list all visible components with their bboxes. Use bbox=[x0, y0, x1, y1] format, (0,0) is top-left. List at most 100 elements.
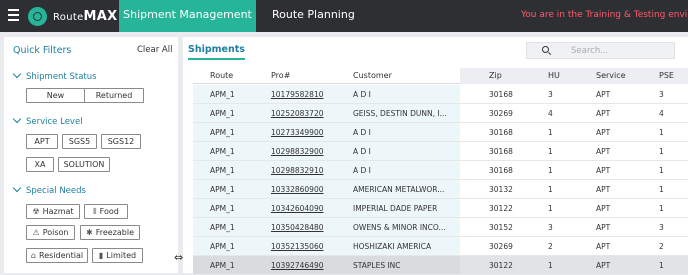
chip-xa[interactable]: XA bbox=[26, 157, 54, 172]
logo-mark-icon bbox=[28, 6, 47, 26]
column-header-service[interactable]: Service bbox=[596, 71, 626, 80]
cell-pse: 1 bbox=[659, 128, 664, 137]
cell-service: APT bbox=[596, 90, 611, 99]
chip-poison[interactable]: ⚠ Poison bbox=[26, 225, 75, 240]
cell-service: APT bbox=[596, 204, 611, 213]
cell-zip: 30269 bbox=[489, 242, 513, 251]
cell-route: APM_1 bbox=[210, 166, 235, 175]
food-icon: ⦀ bbox=[93, 206, 97, 216]
app-logo[interactable]: RouteMAX bbox=[28, 6, 117, 26]
limited-access-icon: ▮ bbox=[98, 251, 104, 260]
cell-service: APT bbox=[596, 185, 611, 194]
table-row[interactable]: APM_1 10352135060 HOSHIZAKI AMERICA 30269 2 A… bbox=[193, 237, 688, 256]
clear-all-button[interactable]: Clear All bbox=[137, 45, 172, 55]
chevron-down-icon bbox=[12, 183, 22, 193]
cell-customer: OWENS & MINOR INCO... bbox=[353, 223, 446, 232]
cell-service: APT bbox=[596, 109, 611, 118]
column-header-zip[interactable]: Zip bbox=[489, 71, 502, 80]
table-row[interactable]: APM_1 10252083720 GEISS, DESTIN DUNN, I...… bbox=[193, 104, 688, 123]
table-row[interactable]: APM_1 10350428480 OWENS & MINOR INCO... 301… bbox=[193, 218, 688, 237]
table-row[interactable]: APM_1 10342604090 IMPERIAL DADE PAPER 30122… bbox=[193, 199, 688, 218]
cell-customer: GEISS, DESTIN DUNN, I... bbox=[353, 109, 447, 118]
cell-hu: 1 bbox=[548, 204, 553, 213]
cell-zip: 30168 bbox=[489, 128, 513, 137]
snowflake-icon: ✱ bbox=[85, 228, 93, 237]
column-header-customer[interactable]: Customer bbox=[353, 71, 392, 80]
cell-zip: 30269 bbox=[489, 109, 513, 118]
cell-customer: A D I bbox=[353, 166, 371, 175]
table-row[interactable]: APM_1 10298832900 A D I 30168 1 APT 1 bbox=[193, 142, 688, 161]
cell-zip: 30122 bbox=[489, 204, 513, 213]
cell-pro-link[interactable]: 10332860900 bbox=[271, 185, 324, 194]
search-input[interactable] bbox=[571, 44, 671, 57]
section-service-level[interactable]: Service Level bbox=[12, 114, 83, 127]
cell-hu: 1 bbox=[548, 166, 553, 175]
column-header-route[interactable]: Route bbox=[210, 71, 233, 80]
cell-service: APT bbox=[596, 223, 611, 232]
cell-hu: 1 bbox=[548, 261, 553, 270]
chip-food[interactable]: ⦀ Food bbox=[84, 204, 128, 219]
chip-solution[interactable]: SOLUTION bbox=[58, 157, 110, 172]
table-row[interactable]: APM_1 10273349900 A D I 30168 1 APT 1 bbox=[193, 123, 688, 142]
chevron-down-icon bbox=[12, 114, 22, 124]
cell-pro-link[interactable]: 10252083720 bbox=[271, 109, 324, 118]
cell-zip: 30168 bbox=[489, 147, 513, 156]
cell-customer: AMERICAN METALWOR... bbox=[353, 185, 445, 194]
cell-pro-link[interactable]: 10273349900 bbox=[271, 128, 324, 137]
shipments-panel: Shipments Route Pro# Customer Zip HU Ser… bbox=[183, 37, 688, 275]
chip-new[interactable]: New bbox=[26, 88, 85, 103]
cell-pro-link[interactable]: 10298832900 bbox=[271, 147, 324, 156]
chip-residential[interactable]: ⌂ Residential bbox=[26, 248, 88, 263]
chip-apt[interactable]: APT bbox=[26, 134, 58, 149]
hazmat-icon: ☢ bbox=[32, 207, 40, 216]
quick-filters-panel: Quick Filters Clear All Shipment Status … bbox=[4, 37, 178, 273]
tab-shipment-management[interactable]: Shipment Management bbox=[119, 0, 256, 32]
cell-pro-link[interactable]: 10342604090 bbox=[271, 204, 324, 213]
tab-route-planning[interactable]: Route Planning bbox=[272, 0, 355, 32]
column-header-pro[interactable]: Pro# bbox=[271, 71, 290, 80]
panel-resize-handle-icon[interactable]: ⇔ bbox=[174, 251, 183, 264]
search-box[interactable] bbox=[526, 42, 675, 59]
cell-pro-link[interactable]: 10352135060 bbox=[271, 242, 324, 251]
column-header-pse[interactable]: PSE bbox=[659, 71, 674, 80]
house-icon: ⌂ bbox=[30, 251, 36, 260]
chip-sgs5[interactable]: SGS5 bbox=[62, 134, 97, 149]
hamburger-menu-icon[interactable] bbox=[8, 9, 19, 21]
cell-hu: 3 bbox=[548, 223, 553, 232]
cell-service: APT bbox=[596, 128, 611, 137]
table-row[interactable]: APM_1 10179582810 A D I 30168 3 APT 3 bbox=[193, 85, 688, 104]
chip-hazmat[interactable]: ☢ Hazmat bbox=[26, 204, 80, 219]
table-row[interactable]: APM_1 10332860900 AMERICAN METALWOR... 3013… bbox=[193, 180, 688, 199]
cell-route: APM_1 bbox=[210, 242, 235, 251]
cell-zip: 30168 bbox=[489, 90, 513, 99]
section-special-needs[interactable]: Special Needs bbox=[12, 183, 86, 196]
tab-shipments[interactable]: Shipments bbox=[188, 44, 245, 60]
training-environment-notice: You are in the Training & Testing envir bbox=[521, 10, 688, 20]
chip-returned[interactable]: Returned bbox=[84, 88, 144, 103]
chip-sgs12[interactable]: SGS12 bbox=[101, 134, 141, 149]
section-shipment-status[interactable]: Shipment Status bbox=[12, 69, 97, 82]
cell-hu: 1 bbox=[548, 185, 553, 194]
column-header-hu[interactable]: HU bbox=[548, 71, 560, 80]
table-row[interactable]: APM_1 10298832910 A D I 30168 1 APT 1 bbox=[193, 161, 688, 180]
cell-service: APT bbox=[596, 242, 611, 251]
chip-limited[interactable]: ▮ Limited bbox=[92, 248, 143, 263]
cell-pro-link[interactable]: 10392746490 bbox=[271, 261, 324, 270]
cell-customer: STAPLES INC bbox=[353, 261, 401, 270]
cell-service: APT bbox=[596, 147, 611, 156]
cell-pro-link[interactable]: 10179582810 bbox=[271, 90, 324, 99]
cell-route: APM_1 bbox=[210, 128, 235, 137]
cell-pro-link[interactable]: 10350428480 bbox=[271, 223, 324, 232]
cell-hu: 2 bbox=[548, 242, 553, 251]
cell-pro-link[interactable]: 10298832910 bbox=[271, 166, 324, 175]
cell-customer: HOSHIZAKI AMERICA bbox=[353, 242, 432, 251]
chip-freezable[interactable]: ✱ Freezable bbox=[80, 225, 140, 240]
cell-zip: 30152 bbox=[489, 223, 513, 232]
cell-hu: 1 bbox=[548, 147, 553, 156]
table-row[interactable]: APM_1 10392746490 STAPLES INC 30122 1 APT 1 bbox=[193, 256, 688, 275]
cell-zip: 30122 bbox=[489, 261, 513, 270]
cell-pse: 1 bbox=[659, 147, 664, 156]
cell-customer: A D I bbox=[353, 90, 371, 99]
cell-pse: 1 bbox=[659, 185, 664, 194]
cell-hu: 1 bbox=[548, 128, 553, 137]
